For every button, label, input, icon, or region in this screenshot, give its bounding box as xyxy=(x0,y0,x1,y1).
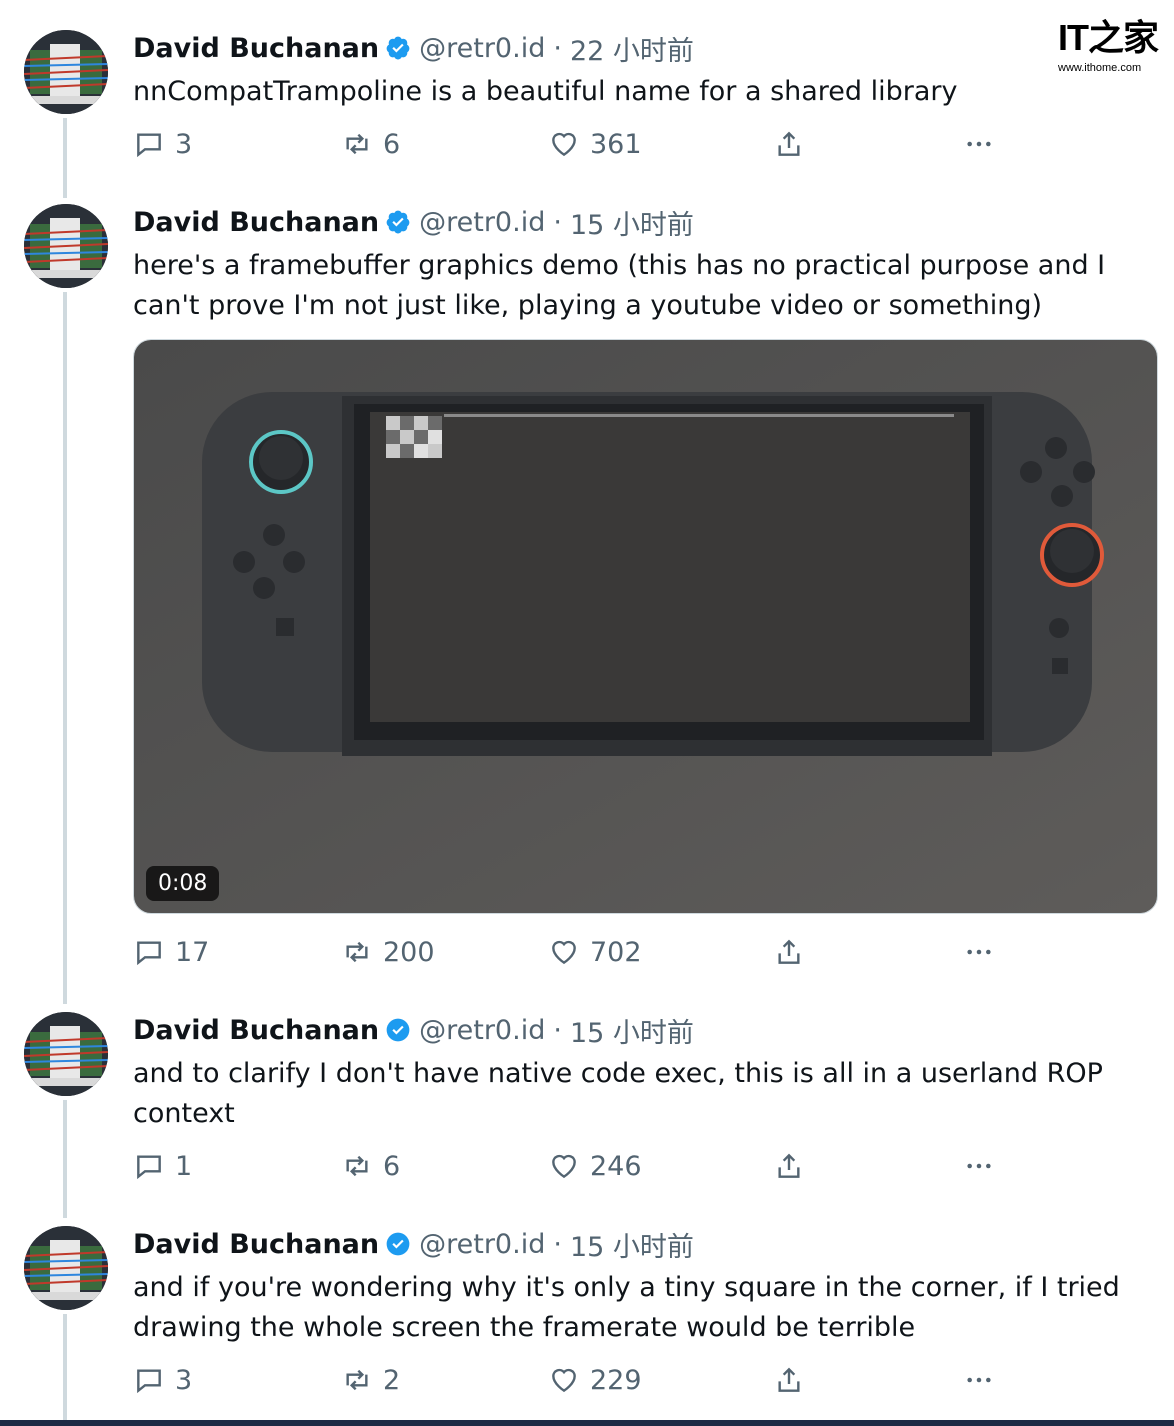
share-icon xyxy=(778,1367,800,1392)
bottom-edge-bar xyxy=(0,1420,1174,1426)
reply-icon xyxy=(137,1369,161,1394)
reply-button[interactable]: 3 xyxy=(133,1360,192,1400)
share-button[interactable] xyxy=(773,1360,815,1400)
retweet-button[interactable]: 2 xyxy=(341,1360,400,1400)
avatar[interactable] xyxy=(24,1226,108,1310)
more-options-button[interactable] xyxy=(963,1360,1005,1400)
heart-icon xyxy=(552,1368,576,1393)
retweet-icon xyxy=(346,1369,368,1391)
tweet[interactable]: David Buchanan @retr0.id · 15 小时前 and if… xyxy=(0,0,1174,1418)
more-icon xyxy=(967,1377,991,1383)
reply-count: 3 xyxy=(175,1364,193,1396)
like-button[interactable]: 229 xyxy=(548,1360,642,1400)
separator-dot: · xyxy=(553,1228,562,1260)
tweet-header: David Buchanan @retr0.id · 15 小时前 xyxy=(133,1224,694,1264)
retweet-count: 2 xyxy=(383,1364,401,1396)
timestamp[interactable]: 15 小时前 xyxy=(570,1225,694,1264)
like-count: 229 xyxy=(590,1364,642,1396)
tweet-text: and if you're wondering why it's only a … xyxy=(133,1272,1120,1343)
author-name[interactable]: David Buchanan xyxy=(133,1229,379,1260)
author-handle[interactable]: @retr0.id xyxy=(419,1229,545,1260)
tweet-actions: 3 2 229 xyxy=(133,1360,1013,1400)
verified-badge-icon xyxy=(385,1231,411,1257)
